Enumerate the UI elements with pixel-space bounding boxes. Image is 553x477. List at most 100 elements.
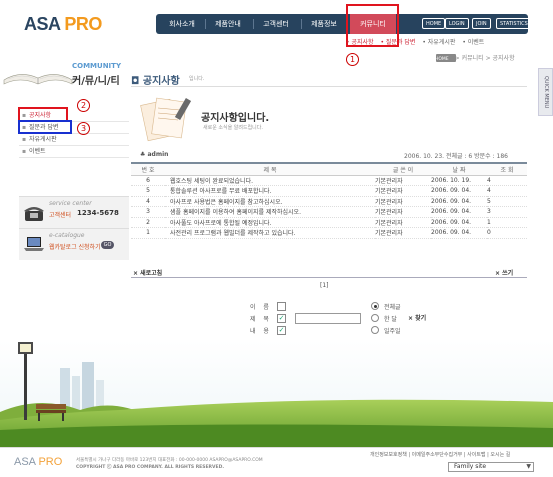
subnav-item-board[interactable]: • 자유게시판	[422, 39, 455, 46]
table-row[interactable]: 6 웹호스팅 세팅이 완료되었습니다. 기본관리자 2006. 10. 19. 4	[131, 175, 527, 186]
table-row[interactable]: 5 통합솔루션 아사프로를 무료 배포합니다. 기본관리자 2006. 09. 04.…	[131, 185, 527, 197]
cell-writer: 기본관리자	[375, 217, 431, 228]
checkbox-name[interactable]	[277, 302, 286, 311]
checkbox-title[interactable]: ✓	[277, 314, 286, 323]
table-row[interactable]: 3 샘플 홈페이지를 이용하여 홈페이지를 제작하십시오. 기본관리자 2006. 0…	[131, 206, 527, 218]
login-link[interactable]: LOGIN	[445, 18, 469, 29]
nav-item-products[interactable]: 제품안내	[208, 14, 248, 34]
service-center-title: service center	[49, 200, 92, 207]
table-row[interactable]: 4 아사프로 사용법은 홈페이지를 참고하십시오. 기본관리자 2006. 09. 0…	[131, 196, 527, 207]
radio-label-all: 전체글	[384, 304, 401, 311]
radio-label-week: 일주일	[384, 328, 401, 335]
statistics-link[interactable]: STATISTICS	[496, 18, 532, 29]
cell-no: 4	[131, 196, 165, 207]
cell-title-link[interactable]: 샘플 홈페이지를 이용하여 홈페이지를 제작하십시오.	[165, 206, 375, 218]
go-button[interactable]: GO	[101, 241, 114, 249]
cell-no: 2	[131, 217, 165, 228]
cell-date: 2006. 09. 04.	[431, 227, 487, 239]
e-catalogue-box[interactable]: e-catalogue 웹카탈로그 신청하기 GO	[19, 228, 129, 260]
title-divider	[131, 86, 527, 87]
nav-divider	[253, 19, 254, 29]
breadcrumb-home[interactable]: HOME	[435, 57, 449, 62]
list-divider	[131, 277, 527, 278]
service-center-label: 고객센터	[49, 212, 72, 219]
community-subnav: • 공지사항 • 질문과 답변 • 자유게시판 • 이벤트	[346, 37, 489, 46]
notice-papers-illustration	[140, 97, 192, 142]
cell-views: 0	[487, 227, 527, 239]
table-row[interactable]: 1 사전관리 프로그램과 웹빌더를 제작하고 있습니다. 기본관리자 2006. 09…	[131, 227, 527, 239]
pagination[interactable]: [1]	[320, 282, 329, 289]
nav-item-product-info[interactable]: 제품정보	[304, 14, 344, 34]
cell-date: 2006. 09. 04.	[431, 185, 487, 197]
cell-title-link[interactable]: 아사풀도 아사프로에 통합될 예정입니다.	[165, 217, 375, 228]
search-label-name: 이 름	[250, 304, 272, 311]
family-site-select[interactable]: Family site ▼	[448, 462, 534, 472]
radio-label-month: 한 달	[384, 316, 397, 323]
cell-no: 6	[131, 175, 165, 186]
open-book-icon	[3, 74, 73, 85]
sidebar-title-en: COMMUNITY	[72, 62, 122, 70]
footer-links[interactable]: 개인정보보호정책 | 이메일주소무단수집거부 | 사이트맵 | 오시는 길	[370, 451, 510, 458]
checkbox-content[interactable]: ✓	[277, 326, 286, 335]
cell-no: 3	[131, 206, 165, 218]
radio-all[interactable]	[371, 302, 379, 310]
service-center-number: 1234-5678	[77, 209, 119, 217]
sidebar-item-event[interactable]: 이벤트	[19, 146, 129, 158]
nav-divider	[301, 19, 302, 29]
cell-writer: 기본관리자	[375, 175, 431, 186]
chevron-down-icon: ▼	[526, 463, 531, 470]
laptop-icon	[24, 237, 44, 251]
radio-month[interactable]	[371, 314, 379, 322]
notice-table: 번 호 제 목 글 쓴 이 날 짜 조 회 6 웹호스팅 세팅이 완료되었습니다.…	[131, 162, 527, 239]
e-catalogue-label: 웹카탈로그 신청하기	[49, 244, 101, 251]
park-landscape-illustration	[0, 340, 553, 448]
cell-writer: 기본관리자	[375, 185, 431, 197]
service-center-box: service center 고객센터 1234-5678	[19, 196, 129, 228]
home-link[interactable]: HOME	[422, 18, 446, 29]
cell-views: 4	[487, 185, 527, 197]
search-input[interactable]	[295, 313, 361, 324]
cell-views: 3	[487, 206, 527, 218]
footer-logo: ASA PRO	[14, 456, 63, 468]
table-row[interactable]: 2 아사풀도 아사프로에 통합될 예정입니다. 기본관리자 2006. 09. 04.…	[131, 217, 527, 228]
annotation-marker-2: 2	[77, 99, 90, 112]
highlight-box-qna	[18, 120, 72, 134]
cell-writer: 기본관리자	[375, 206, 431, 218]
hero-subtitle: 새로운 소식을 알려드립니다.	[203, 125, 263, 131]
col-header-no: 번 호	[131, 162, 165, 176]
quick-menu[interactable]: QUICK MENU	[538, 68, 553, 116]
cell-title-link[interactable]: 사전관리 프로그램과 웹빌더를 제작하고 있습니다.	[165, 227, 375, 239]
cell-title-link[interactable]: 아사프로 사용법은 홈페이지를 참고하십시오.	[165, 196, 375, 207]
annotation-marker-1: 1	[346, 53, 359, 66]
col-header-views: 조 회	[487, 162, 527, 176]
sidebar-title-ko: 커/뮤/니/티	[72, 76, 120, 87]
hero-title: 공지사항입니다.	[201, 113, 270, 124]
subnav-item-notice[interactable]: • 공지사항	[346, 39, 374, 46]
join-link[interactable]: JOIN	[472, 18, 491, 29]
sidebar-item-board[interactable]: 자유게시판	[19, 134, 129, 146]
cell-title-link[interactable]: 웹호스팅 세팅이 완료되었습니다.	[165, 175, 375, 186]
cell-no: 5	[131, 185, 165, 197]
nav-item-support[interactable]: 고객센터	[256, 14, 296, 34]
footer-copyright: COPYRIGHT ⓒ ASA PRO COMPANY. ALL RIGHTS …	[76, 465, 225, 470]
annotation-marker-3: 3	[77, 122, 90, 135]
cell-title-link[interactable]: 통합솔루션 아사프로를 무료 배포합니다.	[165, 185, 375, 197]
write-button[interactable]: × 쓰기	[495, 268, 513, 277]
main-nav: 회사소개 제품안내 고객센터 제품정보 커뮤니티 HOME LOGIN JOIN…	[156, 14, 532, 34]
cell-date: 2006. 09. 04.	[431, 196, 487, 207]
phone-icon	[24, 207, 44, 221]
site-logo[interactable]: ASA PRO	[24, 14, 102, 35]
breadcrumb: HOME > 커뮤니티 > 공지사항	[435, 55, 515, 62]
cell-date: 2006. 09. 04.	[431, 206, 487, 218]
nav-item-company[interactable]: 회사소개	[162, 14, 202, 34]
subnav-item-event[interactable]: • 이벤트	[462, 39, 484, 46]
refresh-button[interactable]: × 새로고침	[133, 268, 162, 277]
cell-no: 1	[131, 227, 165, 239]
subnav-item-qna[interactable]: • 질문과 답변	[380, 39, 415, 46]
col-header-date: 날 짜	[431, 162, 487, 176]
radio-week[interactable]	[371, 326, 379, 334]
search-button[interactable]: × 찾기	[408, 313, 426, 322]
col-header-title: 제 목	[165, 162, 375, 176]
cell-views: 5	[487, 196, 527, 207]
cell-writer: 기본관리자	[375, 196, 431, 207]
